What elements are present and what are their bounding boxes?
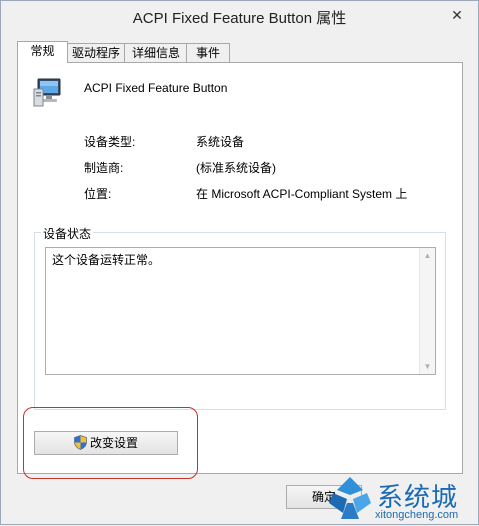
tab-details[interactable]: 详细信息 [124,43,188,62]
scroll-down-icon[interactable]: ▼ [420,359,435,374]
device-status-label: 设备状态 [41,225,94,242]
watermark-logo-icon [325,473,375,526]
device-type-value: 系统设备 [196,135,245,149]
scroll-up-icon[interactable]: ▲ [420,248,435,263]
device-status-text: 这个设备运转正常。 [52,253,161,267]
window-title: ACPI Fixed Feature Button 属性 [132,10,347,27]
tab-driver[interactable]: 驱动程序 [66,43,126,62]
status-scrollbar[interactable]: ▲ ▼ [419,248,435,374]
device-type-label: 设备类型: [84,135,136,149]
title-bar: ACPI Fixed Feature Button 属性 ✕ [1,1,478,33]
tab-general[interactable]: 常规 [17,41,68,63]
device-name: ACPI Fixed Feature Button [84,81,228,95]
watermark-url: xitongcheng.com [375,509,459,521]
device-status-group: 设备状态 这个设备运转正常。 ▲ ▼ [34,225,446,410]
manufacturer-label: 制造商: [84,161,124,175]
device-status-textbox[interactable]: 这个设备运转正常。 ▲ ▼ [45,247,436,375]
watermark: 系统城 xitongcheng.com [321,471,479,525]
highlight-annotation [23,407,198,479]
manufacturer-value: (标准系统设备) [196,161,276,175]
location-value: 在 Microsoft ACPI-Compliant System 上 [196,187,408,201]
monitor-icon [32,77,64,109]
properties-dialog: ACPI Fixed Feature Button 属性 ✕ 常规 驱动程序 详… [0,0,479,525]
close-button[interactable]: ✕ [448,6,466,24]
tab-events[interactable]: 事件 [186,43,230,62]
location-label: 位置: [84,187,112,201]
